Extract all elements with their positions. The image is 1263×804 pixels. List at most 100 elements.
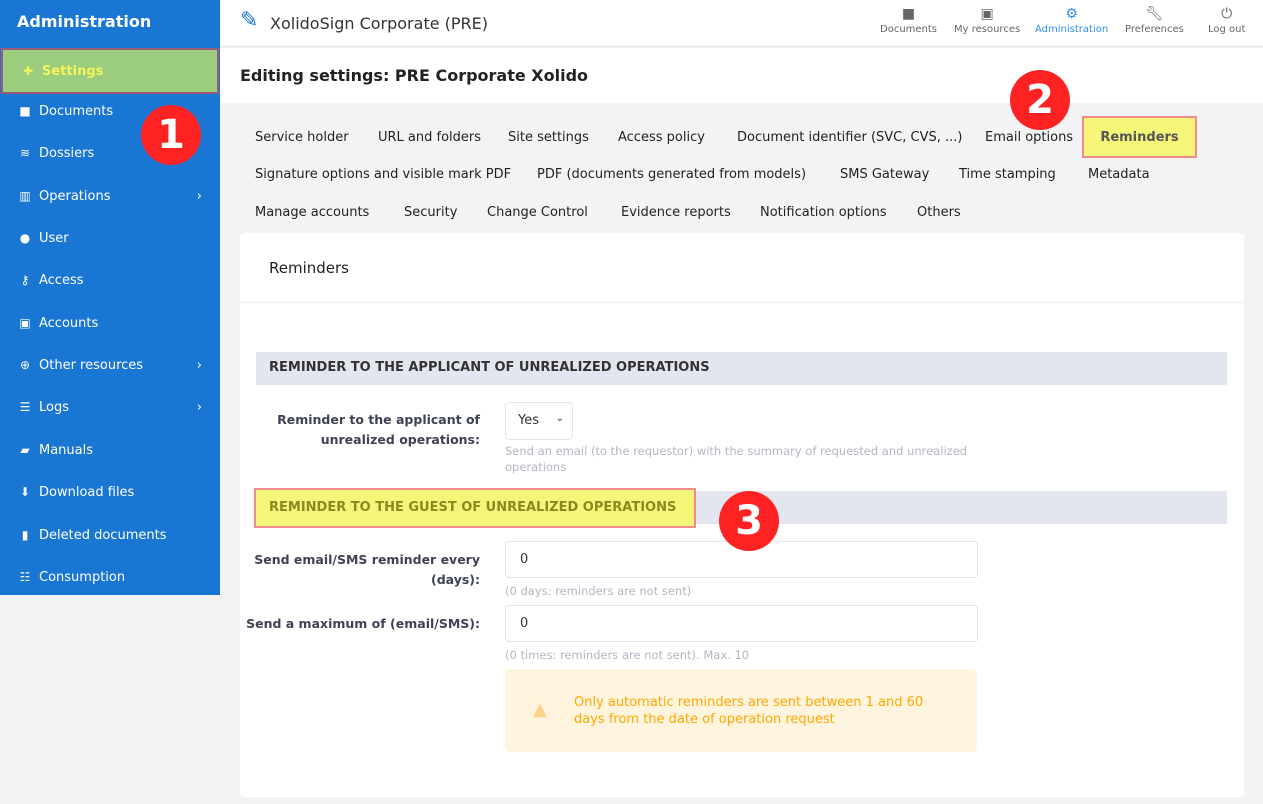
warning-message: Only automatic reminders are sent betwee… [574, 695, 924, 727]
sidebar-item-label: Consumption [39, 569, 126, 585]
id-card-icon: ▣ [19, 316, 31, 330]
sidebar-title: Administration [17, 12, 152, 31]
folder-icon: ■ [901, 6, 916, 22]
annotation-badge-3: 3 [719, 491, 779, 551]
nav-label: Preferences [1125, 24, 1184, 35]
folder-icon: ■ [19, 104, 31, 118]
layers-icon: ≋ [19, 146, 31, 160]
key-icon: ⚷ [20, 273, 30, 287]
chevron-down-icon: ⌄ [555, 413, 564, 424]
book-icon: ▰ [20, 443, 30, 457]
tab-access-policy[interactable]: Access policy [618, 130, 705, 145]
reminder-days-help: (0 days: reminders are not sent) [505, 584, 692, 598]
chart-icon: ▥ [19, 189, 31, 203]
annotation-badge-1: 1 [141, 105, 201, 165]
nav-label: Administration [1035, 24, 1109, 35]
nav-log-out[interactable]: ⏻ Log out [1208, 6, 1245, 35]
tab-sms-gateway[interactable]: SMS Gateway [840, 167, 929, 182]
sidebar-item-logs[interactable]: ☰ Logs › [0, 392, 220, 422]
annotation-badge-2: 2 [1010, 70, 1070, 130]
tab-others[interactable]: Others [917, 205, 961, 220]
sidebar-item-download-files[interactable]: ⬇ Download files [0, 477, 220, 507]
max-reminders-help: (0 times: reminders are not sent). Max. … [505, 648, 750, 662]
select-value: Yes [518, 413, 539, 428]
user-icon: ● [19, 231, 31, 245]
top-header: ✎ XolidoSign Corporate (PRE) ■ Documents … [220, 0, 1263, 47]
sidebar-item-operations[interactable]: ▥ Operations › [0, 181, 220, 211]
card-title: Reminders [269, 259, 349, 277]
tab-signature-options[interactable]: Signature options and visible mark PDF [255, 167, 511, 182]
sidebar-item-deleted-documents[interactable]: ▮ Deleted documents [0, 520, 220, 550]
chevron-right-icon: › [196, 188, 202, 204]
title-bar: Editing settings: PRE Corporate Xolido [220, 48, 1263, 103]
download-icon: ⬇ [19, 485, 31, 499]
max-reminders-label: Send a maximum of (email/SMS): [246, 616, 480, 631]
sidebar-item-label: Documents [39, 103, 114, 119]
tab-reminders[interactable]: Reminders [1082, 116, 1197, 158]
max-reminders-input[interactable]: 0 [505, 605, 978, 642]
trash-icon: ▮ [21, 528, 29, 542]
sidebar-item-consumption[interactable]: ☷ Consumption [0, 562, 220, 592]
sidebar-item-access[interactable]: ⚷ Access [0, 265, 220, 295]
sidebar-item-label: Operations [39, 188, 111, 204]
nav-documents[interactable]: ■ Documents [880, 6, 937, 35]
table-icon: ☷ [19, 570, 31, 584]
sidebar-item-label: Other resources [39, 357, 144, 373]
reminder-days-label: Send email/SMS reminder every (days): [254, 552, 480, 587]
divider [240, 302, 1244, 303]
sidebar-item-manuals[interactable]: ▰ Manuals [0, 435, 220, 465]
nav-label: Documents [880, 24, 938, 35]
nav-label: Log out [1208, 24, 1246, 35]
sidebar-item-accounts[interactable]: ▣ Accounts [0, 308, 220, 338]
gear-icon: ⚙ [1065, 6, 1078, 22]
pen-logo-icon: ✎ [240, 8, 259, 33]
wrench-icon: 🔧︎ [1145, 6, 1164, 22]
sidebar-item-label: Download files [39, 484, 135, 500]
nav-preferences[interactable]: 🔧︎ Preferences [1125, 6, 1184, 35]
sidebar-item-user[interactable]: ● User [0, 223, 220, 253]
tab-change-control[interactable]: Change Control [487, 205, 588, 220]
sidebar-item-label: User [39, 230, 69, 246]
id-card-icon: ▣ [980, 6, 994, 22]
sidebar-item-label: Access [39, 272, 84, 288]
power-icon: ⏻ [1221, 6, 1233, 22]
tab-manage-accounts[interactable]: Manage accounts [255, 205, 369, 220]
applicant-reminder-label: Reminder to the applicant of unrealized … [277, 412, 480, 447]
tab-service-holder[interactable]: Service holder [255, 130, 349, 145]
nav-label: My resources [954, 24, 1021, 35]
sidebar-item-label: Settings [42, 63, 104, 79]
tab-url-and-folders[interactable]: URL and folders [378, 130, 481, 145]
sidebar: Administration ✚ Settings ■ Documents ≋ Dos… [0, 0, 220, 595]
list-icon: ☰ [19, 400, 31, 414]
sidebar-item-settings[interactable]: ✚ Settings [1, 48, 219, 94]
sidebar-item-label: Deleted documents [39, 527, 167, 543]
tab-evidence-reports[interactable]: Evidence reports [621, 205, 731, 220]
tab-security[interactable]: Security [404, 205, 457, 220]
plus-circle-icon: ⊕ [19, 358, 31, 372]
tab-metadata[interactable]: Metadata [1088, 167, 1150, 182]
applicant-reminder-help: Send an email (to the requestor) with th… [505, 444, 968, 474]
sidebar-item-label: Dossiers [39, 145, 95, 161]
page-title: Editing settings: PRE Corporate Xolido [240, 66, 589, 85]
sidebar-item-label: Logs [39, 399, 69, 415]
tab-document-identifier[interactable]: Document identifier (SVC, CVS, ...) [737, 130, 962, 145]
chevron-right-icon: › [196, 357, 202, 373]
tab-pdf-models[interactable]: PDF (documents generated from models) [537, 167, 806, 182]
nav-administration[interactable]: ⚙ Administration [1035, 6, 1108, 35]
puzzle-icon: ✚ [22, 64, 34, 78]
section-title-guest-highlighted: REMINDER TO THE GUEST OF UNREALIZED OPER… [254, 488, 696, 528]
tab-notification-options[interactable]: Notification options [760, 205, 887, 220]
nav-my-resources[interactable]: ▣ My resources [954, 6, 1020, 35]
warning-alert: ▲ Only automatic reminders are sent betw… [505, 669, 977, 752]
tab-email-options[interactable]: Email options [985, 130, 1073, 145]
warning-icon: ▲ [533, 699, 547, 720]
tab-site-settings[interactable]: Site settings [508, 130, 589, 145]
app-title: XolidoSign Corporate (PRE) [270, 14, 488, 33]
tab-time-stamping[interactable]: Time stamping [959, 167, 1056, 182]
sidebar-item-label: Accounts [39, 315, 99, 331]
applicant-reminder-select[interactable]: Yes ⌄ [505, 402, 573, 440]
sidebar-item-other-resources[interactable]: ⊕ Other resources › [0, 350, 220, 380]
section-header-applicant: REMINDER TO THE APPLICANT OF UNREALIZED … [256, 352, 1227, 385]
sidebar-item-label: Manuals [39, 442, 94, 458]
chevron-right-icon: › [196, 399, 202, 415]
